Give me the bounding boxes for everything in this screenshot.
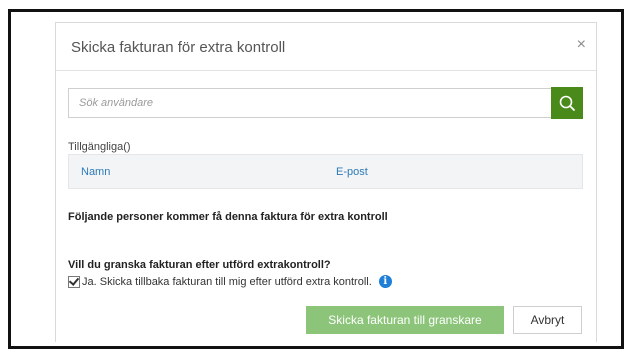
send-to-reviewer-button[interactable]: Skicka fakturan till granskare — [306, 306, 504, 334]
info-icon[interactable]: i — [378, 275, 392, 288]
user-search — [68, 87, 583, 119]
dialog-header: Skicka fakturan för extra kontroll × — [56, 23, 596, 71]
cancel-button[interactable]: Avbryt — [513, 306, 582, 334]
review-option: Ja. Skicka tillbaka fakturan till mig ef… — [68, 275, 392, 288]
extra-control-dialog: Skicka fakturan för extra kontroll × Til… — [55, 22, 597, 342]
search-button[interactable] — [551, 87, 583, 119]
return-to-me-checkbox[interactable] — [68, 275, 80, 288]
close-icon[interactable]: × — [577, 37, 586, 53]
available-users-label: Tillgängliga() — [68, 141, 131, 153]
return-to-me-label[interactable]: Ja. Skicka tillbaka fakturan till mig ef… — [82, 276, 372, 288]
column-header-email[interactable]: E-post — [336, 166, 368, 178]
review-question: Vill du granska fakturan efter utförd ex… — [68, 259, 331, 271]
search-input[interactable] — [68, 88, 551, 118]
dialog-title: Skicka fakturan för extra kontroll — [71, 39, 286, 56]
column-header-name[interactable]: Namn — [81, 166, 110, 178]
recipients-heading: Följande personer kommer få denna faktur… — [68, 211, 388, 223]
search-icon — [559, 95, 575, 111]
available-users-table-header: Namn E-post — [68, 154, 583, 189]
